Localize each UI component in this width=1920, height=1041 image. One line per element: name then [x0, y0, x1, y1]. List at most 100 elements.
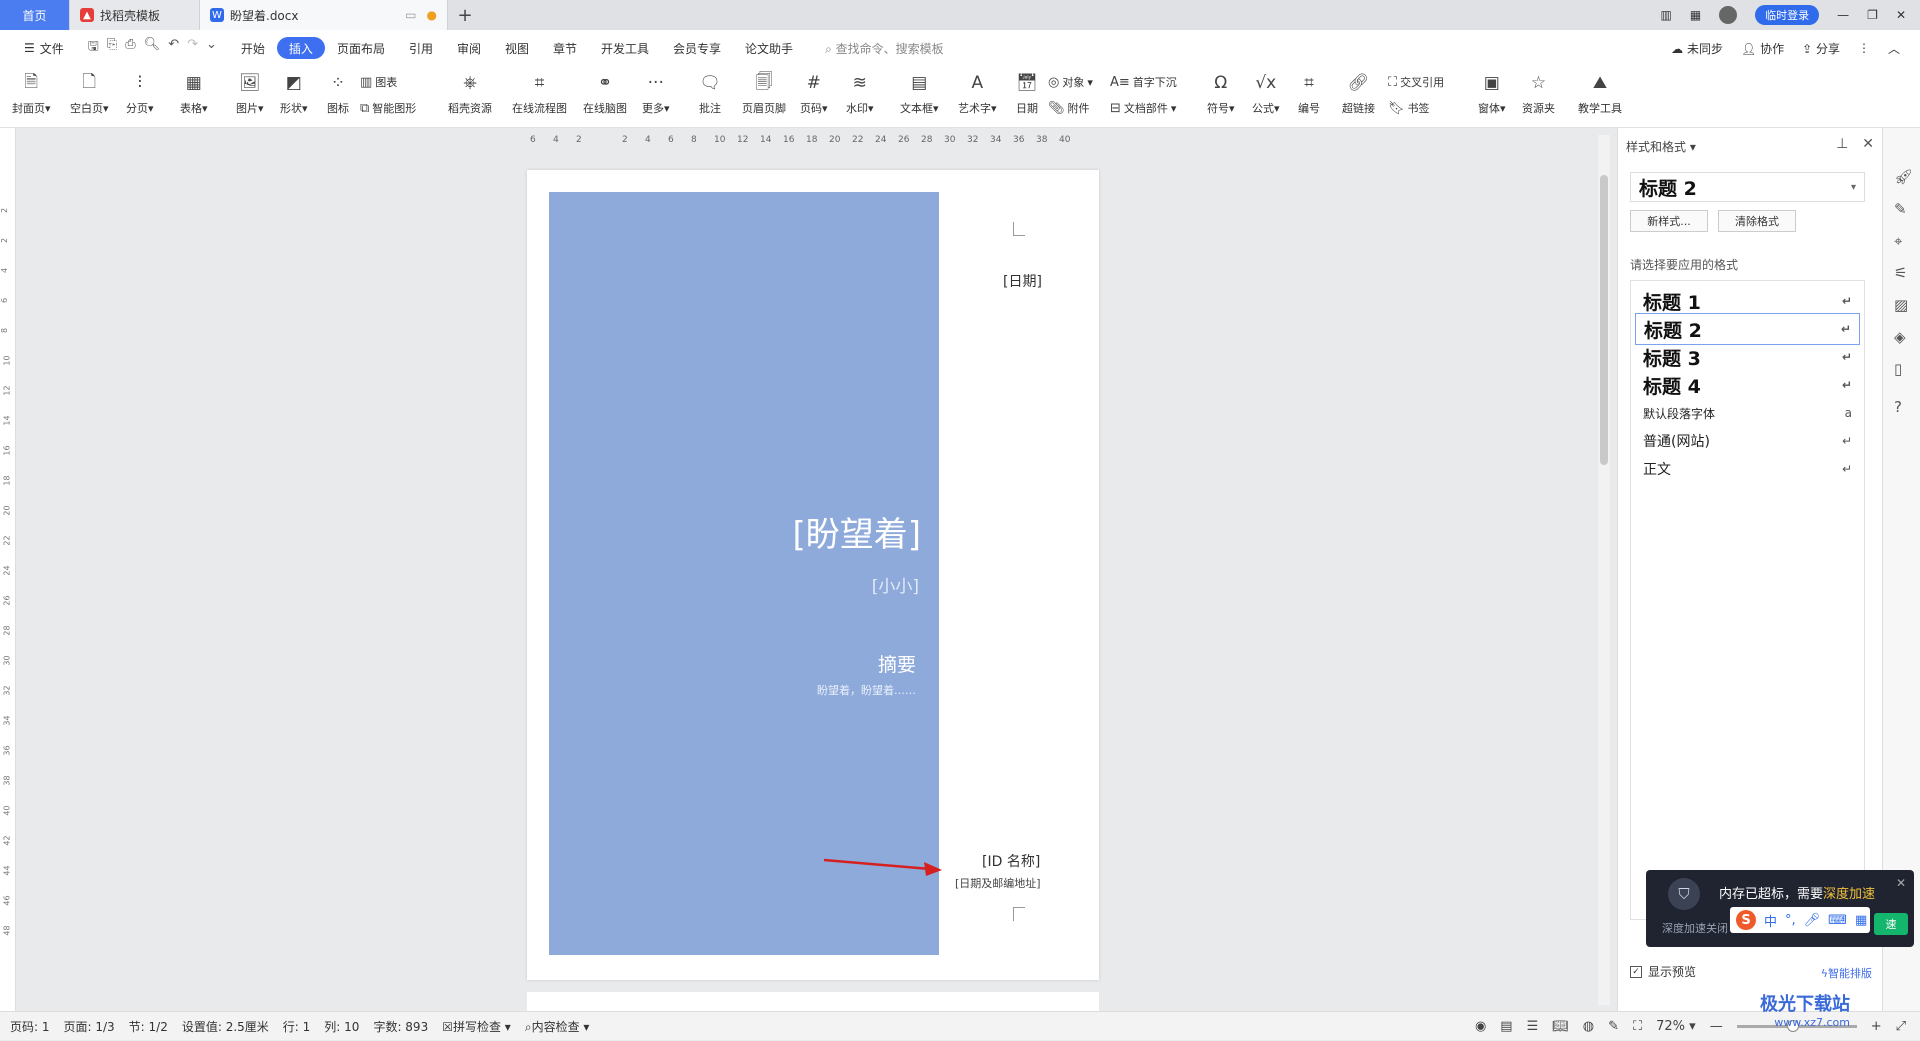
menu-layout[interactable]: 页面布局: [325, 37, 397, 59]
formula-button[interactable]: √x 公式▾: [1252, 70, 1280, 116]
fullscreen-icon[interactable]: ⤢: [1896, 1019, 1906, 1034]
attachment-button[interactable]: 📎︎ 附件: [1048, 100, 1090, 116]
monitor-icon[interactable]: ▭: [405, 8, 416, 22]
share-button[interactable]: ⇪ 分享: [1802, 40, 1840, 57]
page-view-icon[interactable]: ▤: [1500, 1019, 1512, 1034]
file-menu[interactable]: ☰ 文件: [12, 37, 76, 59]
numbering-button[interactable]: ⌗ 编号: [1296, 70, 1322, 116]
cover-page-button[interactable]: 🗎 封面页▾: [12, 70, 51, 116]
zoom-in-button[interactable]: +: [1871, 1019, 1882, 1034]
clear-format-button[interactable]: 清除格式: [1718, 210, 1796, 232]
menu-review[interactable]: 审阅: [445, 37, 493, 59]
fit-page-icon[interactable]: ⛶: [1633, 1019, 1642, 1034]
docer-resource-button[interactable]: ⎈ 稻壳资源: [448, 70, 492, 116]
ime-language[interactable]: 中: [1764, 911, 1777, 930]
status-pages[interactable]: 页面: 1/3: [64, 1018, 115, 1035]
watermark-button[interactable]: ≋ 水印▾: [846, 70, 874, 116]
cover-id-name[interactable]: [ID 名称]: [982, 851, 1040, 871]
collapse-ribbon-icon[interactable]: ︿: [1888, 40, 1900, 57]
cover-color-panel[interactable]: [盼望着] [小小] 摘要 盼望着，盼望着……: [549, 192, 939, 955]
scrollbar-thumb[interactable]: [1600, 175, 1608, 465]
styles-panel-title[interactable]: 样式和格式 ▾: [1626, 138, 1696, 155]
print-icon[interactable]: ⎙: [125, 37, 135, 59]
cover-subtitle[interactable]: [小小]: [872, 572, 919, 597]
redo-icon[interactable]: ↷: [187, 37, 198, 59]
customize-chevron-icon[interactable]: ⌄: [206, 37, 217, 59]
status-row[interactable]: 行: 1: [283, 1018, 311, 1035]
write-view-icon[interactable]: ✎: [1608, 1019, 1619, 1034]
popup-highlight[interactable]: 深度加速: [1823, 887, 1875, 902]
cursor-icon[interactable]: ⌖: [1894, 232, 1902, 250]
page-break-button[interactable]: ⫶ 分页▾: [126, 70, 154, 116]
textbox-button[interactable]: ▤ 文本框▾: [900, 70, 939, 116]
flowchart-button[interactable]: ⌗ 在线流程图: [512, 70, 567, 116]
current-style-select[interactable]: 标题 2 ▾: [1630, 172, 1865, 202]
status-column[interactable]: 列: 10: [324, 1018, 359, 1035]
print-preview-icon[interactable]: 🔍︎: [144, 37, 161, 59]
cover-id-address[interactable]: [日期及邮编地址]: [955, 875, 1041, 891]
status-setting[interactable]: 设置值: 2.5厘米: [182, 1018, 269, 1035]
menu-reference[interactable]: 引用: [397, 37, 445, 59]
dropcap-button[interactable]: A≡ 首字下沉: [1110, 74, 1177, 90]
window-form-button[interactable]: ▣ 窗体▾: [1478, 70, 1506, 116]
wordart-button[interactable]: A 艺术字▾: [958, 70, 997, 116]
login-button[interactable]: 临时登录: [1755, 5, 1820, 25]
menu-section[interactable]: 章节: [541, 37, 589, 59]
abstract-text[interactable]: 盼望着，盼望着……: [817, 682, 916, 698]
content-check-button[interactable]: ⌕内容检查 ▾: [525, 1018, 590, 1035]
eye-protection-icon[interactable]: ◉: [1475, 1019, 1486, 1034]
web-view-icon[interactable]: ◍: [1583, 1019, 1594, 1034]
document-page-2[interactable]: [527, 992, 1099, 1011]
outline-view-icon[interactable]: ☰: [1527, 1019, 1539, 1034]
icon-button[interactable]: ⁘ 图标: [325, 70, 351, 116]
tab-document[interactable]: W 盼望着.docx ▭ ●: [200, 0, 448, 30]
collab-button[interactable]: 👤︎ 协作: [1741, 40, 1784, 57]
punctuation-icon[interactable]: °,: [1785, 913, 1796, 928]
zoom-out-button[interactable]: —: [1710, 1019, 1723, 1034]
pin-icon[interactable]: ⊥: [1836, 136, 1848, 152]
sogou-logo-icon[interactable]: S: [1736, 910, 1756, 930]
layout-icon[interactable]: ▥: [1660, 8, 1671, 22]
page-number-button[interactable]: # 页码▾: [800, 70, 828, 116]
menu-start[interactable]: 开始: [229, 37, 277, 59]
zoom-level[interactable]: 72% ▾: [1656, 1019, 1696, 1034]
smartart-button[interactable]: ⧉ 智能图形: [360, 100, 416, 116]
hyperlink-button[interactable]: 🔗︎ 超链接: [1342, 70, 1375, 116]
picture-button[interactable]: 🖼︎ 图片▾: [236, 70, 264, 116]
close-icon[interactable]: ✕: [1896, 8, 1906, 22]
crossref-button[interactable]: ⛶ 交叉引用: [1388, 74, 1444, 90]
blank-page-button[interactable]: 🗋 空白页▾: [70, 70, 109, 116]
minimize-icon[interactable]: —: [1837, 8, 1849, 22]
spell-check-button[interactable]: ☒拼写检查 ▾: [442, 1018, 511, 1035]
bookmark-button[interactable]: 🔖︎ 书签: [1388, 100, 1430, 116]
command-search[interactable]: ⌕ 查找命令、搜索模板: [825, 40, 944, 57]
microphone-icon[interactable]: 🎤︎: [1804, 913, 1821, 928]
panel-close-icon[interactable]: ✕: [1862, 136, 1874, 152]
menu-view[interactable]: 视图: [493, 37, 541, 59]
abstract-heading[interactable]: 摘要: [878, 650, 916, 677]
save-icon[interactable]: 🖫: [88, 37, 99, 59]
date-button[interactable]: 📅︎ 日期: [1014, 70, 1040, 116]
speed-up-button[interactable]: 速: [1874, 913, 1908, 935]
rocket-icon[interactable]: 🚀︎: [1894, 168, 1913, 186]
comment-button[interactable]: 🗨 批注: [697, 70, 723, 116]
style-item-body[interactable]: 正文 ↵: [1635, 453, 1860, 485]
vertical-scrollbar[interactable]: [1598, 135, 1610, 1005]
menu-thesis[interactable]: 论文助手: [733, 37, 805, 59]
help-icon[interactable]: ?: [1894, 398, 1902, 416]
grid-icon[interactable]: ▦: [1690, 8, 1701, 22]
book-icon[interactable]: ▯: [1894, 360, 1902, 378]
teaching-tools-button[interactable]: ⛰ 教学工具: [1578, 70, 1622, 116]
tab-home[interactable]: 首页: [0, 0, 70, 30]
status-section[interactable]: 节: 1/2: [129, 1018, 168, 1035]
image-icon[interactable]: ▨: [1894, 296, 1908, 314]
restore-icon[interactable]: ❐: [1867, 8, 1878, 22]
pen-style-icon[interactable]: ✎: [1894, 200, 1907, 218]
new-tab-button[interactable]: +: [448, 5, 482, 26]
export-pdf-icon[interactable]: ⎘: [107, 37, 117, 59]
chart-button[interactable]: ▥ 图表: [360, 74, 397, 90]
status-page-number[interactable]: 页码: 1: [10, 1018, 50, 1035]
more-button[interactable]: ··· 更多▾: [642, 70, 670, 116]
menu-developer[interactable]: 开发工具: [589, 37, 661, 59]
header-footer-button[interactable]: 🗐 页眉页脚: [742, 70, 786, 116]
